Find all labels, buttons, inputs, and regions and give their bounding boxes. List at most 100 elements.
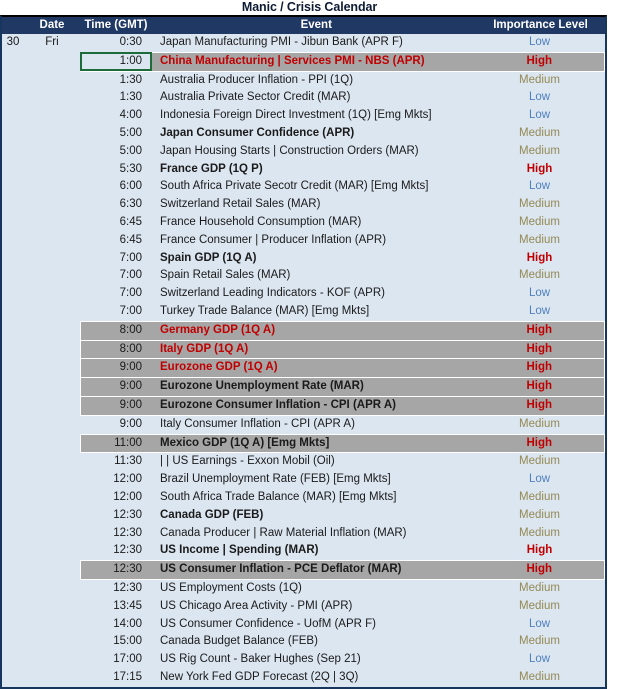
cell-event[interactable]: Germany GDP (1Q A): [152, 320, 481, 341]
cell-time[interactable]: 4:00: [80, 107, 152, 125]
column-header-event[interactable]: Event: [152, 17, 481, 34]
cell-importance[interactable]: Low: [481, 107, 605, 125]
cell-importance[interactable]: Medium: [481, 415, 605, 434]
cell-time[interactable]: 5:00: [80, 143, 152, 161]
cell-importance[interactable]: Medium: [481, 453, 605, 471]
cell-event[interactable]: Canada Producer | Raw Material Inflation…: [152, 525, 481, 543]
cell-time[interactable]: 7:00: [80, 267, 152, 285]
cell-time[interactable]: 12:30: [80, 542, 152, 560]
cell-time[interactable]: 13:45: [80, 598, 152, 616]
table-row[interactable]: 8:00 Italy GDP (1Q A) High: [2, 339, 605, 360]
table-row[interactable]: 5:00 Japan Consumer Confidence (APR) Mediu…: [2, 125, 605, 143]
cell-time[interactable]: 9:00: [79, 377, 152, 397]
cell-event[interactable]: Switzerland Leading Indicators - KOF (AP…: [152, 285, 481, 303]
cell-importance[interactable]: Medium: [481, 525, 605, 543]
cell-importance[interactable]: Medium: [481, 669, 605, 687]
cell-event[interactable]: Eurozone GDP (1Q A): [152, 358, 481, 379]
table-row[interactable]: 9:00 Eurozone Unemployment Rate (MAR) High: [2, 377, 605, 397]
table-row[interactable]: 14:00 US Consumer Confidence - UofM (APR …: [2, 616, 605, 634]
cell-time[interactable]: 7:00: [80, 250, 152, 268]
cell-event[interactable]: South Africa Private Secotr Credit (MAR)…: [152, 178, 481, 196]
cell-event[interactable]: Canada GDP (FEB): [152, 507, 481, 525]
cell-importance[interactable]: High: [481, 542, 605, 560]
table-row[interactable]: 12:30 US Income | Spending (MAR) High: [2, 542, 605, 560]
cell-time[interactable]: 5:00: [80, 125, 152, 143]
cell-event[interactable]: Japan Manufacturing PMI - Jibun Bank (AP…: [152, 34, 481, 52]
cell-event[interactable]: Japan Housing Starts | Construction Orde…: [152, 143, 481, 161]
cell-time[interactable]: 8:00: [79, 339, 152, 360]
cell-time[interactable]: 9:00: [80, 415, 152, 434]
table-row[interactable]: 6:30 Switzerland Retail Sales (MAR) Medium: [2, 196, 605, 214]
cell-time[interactable]: 8:00: [79, 320, 152, 341]
cell-time[interactable]: 14:00: [80, 616, 152, 634]
cell-importance[interactable]: High: [481, 161, 605, 179]
cell-time[interactable]: 0:30: [80, 34, 152, 52]
cell-time[interactable]: 5:30: [80, 161, 152, 179]
table-row[interactable]: 6:45 France Consumer | Producer Inflation…: [2, 232, 605, 250]
cell-time[interactable]: 6:45: [80, 232, 152, 250]
cell-importance[interactable]: Medium: [481, 196, 605, 214]
cell-time[interactable]: 1:30: [80, 71, 152, 89]
table-row[interactable]: 11:00 Mexico GDP (1Q A) [Emg Mkts] High: [2, 433, 605, 454]
table-row[interactable]: 9:00 Eurozone Consumer Inflation - CPI (A…: [2, 395, 605, 416]
cell-event[interactable]: Eurozone Consumer Inflation - CPI (APR A…: [152, 395, 481, 416]
cell-time[interactable]: 12:30: [80, 525, 152, 543]
table-row[interactable]: 7:00 Spain GDP (1Q A) High: [2, 250, 605, 268]
column-header-importance[interactable]: Importance Level: [480, 17, 605, 34]
cell-event[interactable]: Mexico GDP (1Q A) [Emg Mkts]: [152, 433, 481, 454]
cell-time[interactable]: 7:00: [80, 285, 152, 303]
cell-event[interactable]: US Consumer Inflation - PCE Deflator (MA…: [152, 560, 481, 580]
cell-importance[interactable]: Low: [481, 303, 605, 321]
cell-importance[interactable]: High: [480, 433, 605, 454]
column-header-date[interactable]: Date: [24, 17, 80, 34]
cell-event[interactable]: Italy GDP (1Q A): [152, 339, 481, 360]
cell-importance[interactable]: Medium: [481, 633, 605, 651]
cell-event[interactable]: Turkey Trade Balance (MAR) [Emg Mkts]: [152, 303, 481, 321]
cell-importance[interactable]: High: [480, 51, 605, 72]
cell-importance[interactable]: Medium: [481, 71, 605, 89]
cell-importance[interactable]: Low: [481, 616, 605, 634]
cell-event[interactable]: Canada Budget Balance (FEB): [152, 633, 481, 651]
cell-time[interactable]: 12:30: [80, 507, 152, 525]
cell-importance[interactable]: Medium: [481, 214, 605, 232]
cell-event[interactable]: France Household Consumption (MAR): [152, 214, 481, 232]
cell-time[interactable]: 9:00: [79, 358, 152, 379]
cell-event[interactable]: Indonesia Foreign Direct Investment (1Q)…: [152, 107, 481, 125]
table-row[interactable]: 1:30 Australia Producer Inflation - PPI (…: [2, 71, 605, 89]
cell-event[interactable]: US Rig Count - Baker Hughes (Sep 21): [152, 651, 481, 669]
table-row[interactable]: 17:15 New York Fed GDP Forecast (2Q | 3Q)…: [2, 669, 605, 687]
table-row[interactable]: 15:00 Canada Budget Balance (FEB) Medium: [2, 633, 605, 651]
table-row[interactable]: 4:00 Indonesia Foreign Direct Investment …: [2, 107, 605, 125]
cell-importance[interactable]: Medium: [481, 267, 605, 285]
cell-importance[interactable]: High: [481, 250, 605, 268]
cell-event[interactable]: South Africa Trade Balance (MAR) [Emg Mk…: [152, 489, 481, 507]
cell-event[interactable]: US Employment Costs (1Q): [152, 579, 481, 597]
cell-event[interactable]: Japan Consumer Confidence (APR): [152, 125, 481, 143]
cell-event[interactable]: US Consumer Confidence - UofM (APR F): [152, 616, 481, 634]
cell-time[interactable]: 17:00: [80, 651, 152, 669]
cell-event[interactable]: China Manufacturing | Services PMI - NBS…: [152, 51, 481, 72]
cell-importance[interactable]: High: [480, 560, 605, 580]
table-row[interactable]: 12:30 Canada Producer | Raw Material Infl…: [2, 525, 605, 543]
table-row[interactable]: 12:30 US Consumer Inflation - PCE Deflato…: [2, 560, 605, 580]
cell-importance[interactable]: Low: [481, 285, 605, 303]
table-row[interactable]: 30 Fri 0:30 Japan Manufacturing PMI - Jibun…: [2, 34, 605, 52]
cell-time[interactable]: 6:45: [80, 214, 152, 232]
table-row[interactable]: 1:30 Australia Private Sector Credit (MAR…: [2, 89, 605, 107]
table-row[interactable]: 13:45 US Chicago Area Activity - PMI (APR…: [2, 598, 605, 616]
table-row[interactable]: 11:30 | | US Earnings - Exxon Mobil (Oil)…: [2, 453, 605, 471]
cell-time[interactable]: 12:00: [80, 489, 152, 507]
table-row[interactable]: 9:00 Italy Consumer Inflation - CPI (APR …: [2, 415, 605, 434]
cell-event[interactable]: | | US Earnings - Exxon Mobil (Oil): [152, 453, 481, 471]
cell-time[interactable]: 17:15: [80, 669, 152, 687]
cell-importance[interactable]: Medium: [481, 579, 605, 597]
table-row[interactable]: 6:45 France Household Consumption (MAR) Me…: [2, 214, 605, 232]
cell-event[interactable]: US Income | Spending (MAR): [152, 542, 481, 560]
cell-event[interactable]: Italy Consumer Inflation - CPI (APR A): [152, 415, 481, 434]
table-row[interactable]: 17:00 US Rig Count - Baker Hughes (Sep 21…: [2, 651, 605, 669]
cell-importance[interactable]: Medium: [481, 125, 605, 143]
table-row[interactable]: 7:00 Turkey Trade Balance (MAR) [Emg Mkts…: [2, 303, 605, 321]
cell-time[interactable]: 12:30: [80, 579, 152, 597]
cell-importance[interactable]: Low: [481, 471, 605, 489]
table-row[interactable]: 8:00 Germany GDP (1Q A) High: [2, 320, 605, 341]
